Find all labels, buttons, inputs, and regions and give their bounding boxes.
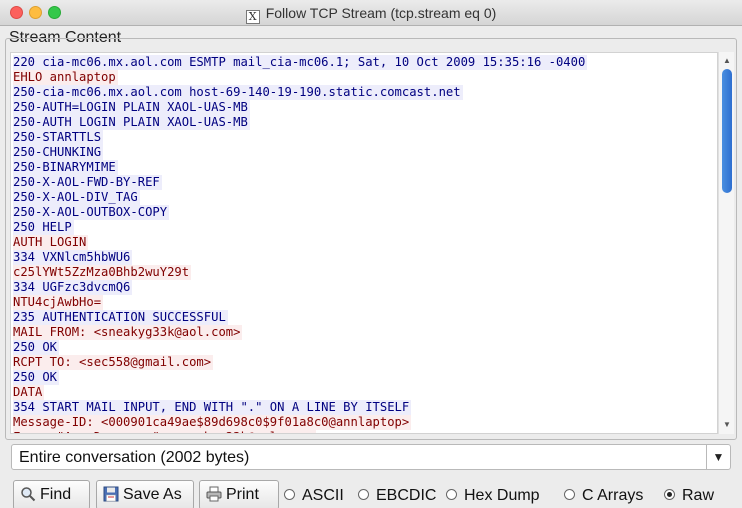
magnifier-icon xyxy=(21,487,36,502)
server-line: 334 VXNlcm5hbWU6 xyxy=(13,250,717,265)
radio-circle-icon xyxy=(446,489,457,500)
server-line: 220 cia-mc06.mx.aol.com ESMTP mail_cia-m… xyxy=(13,55,717,70)
server-line: 250 HELP xyxy=(13,220,717,235)
format-radio-ebcdic[interactable]: EBCDIC xyxy=(358,486,436,506)
format-ebcdic-label: EBCDIC xyxy=(376,487,437,504)
vertical-scrollbar[interactable]: ▲ ▼ xyxy=(718,52,734,434)
line-text: c25lYWt5ZzMza0Bhb2wuY29t xyxy=(13,265,192,280)
scrollbar-thumb[interactable] xyxy=(722,69,732,193)
scroll-down-arrow-icon[interactable]: ▼ xyxy=(719,418,735,432)
line-text: RCPT TO: <sec558@gmail.com> xyxy=(13,355,214,370)
line-text: NTU4cjAwbHo= xyxy=(13,295,104,310)
bottom-toolbar: Find Save As Print ASCII EBCDIC Hex Dump… xyxy=(0,476,742,508)
server-line: 250-CHUNKING xyxy=(13,145,717,160)
server-line: 250-AUTH LOGIN PLAIN XAOL-UAS-MB xyxy=(13,115,717,130)
stream-text-area[interactable]: 220 cia-mc06.mx.aol.com ESMTP mail_cia-m… xyxy=(10,52,718,434)
save-as-button-label: Save As xyxy=(123,486,182,503)
client-line: MAIL FROM: <sneakyg33k@aol.com> xyxy=(13,325,717,340)
client-line: From: "Ann Dercover" <sneakyg33k@aol.com… xyxy=(13,430,717,433)
line-text: 250 HELP xyxy=(13,220,74,235)
line-text: Message-ID: <000901ca49ae$89d698c0$9f01a… xyxy=(13,415,412,430)
line-text: 250-STARTTLS xyxy=(13,130,104,145)
line-text: 250-X-AOL-OUTBOX-COPY xyxy=(13,205,170,220)
client-line: DATA xyxy=(13,385,717,400)
server-line: 250-cia-mc06.mx.aol.com host-69-140-19-1… xyxy=(13,85,717,100)
line-text: 250 OK xyxy=(13,370,60,385)
client-line: RCPT TO: <sec558@gmail.com> xyxy=(13,355,717,370)
client-line: EHLO annlaptop xyxy=(13,70,717,85)
line-text: 250-cia-mc06.mx.aol.com host-69-140-19-1… xyxy=(13,85,463,100)
server-line: 250-X-AOL-OUTBOX-COPY xyxy=(13,205,717,220)
x11-app-icon: X xyxy=(245,10,260,24)
window-title: Follow TCP Stream (tcp.stream eq 0) xyxy=(265,5,497,21)
client-line: AUTH LOGIN xyxy=(13,235,717,250)
line-text: AUTH LOGIN xyxy=(13,235,89,250)
format-hex-dump-label: Hex Dump xyxy=(464,487,540,504)
line-text: 334 VXNlcm5hbWU6 xyxy=(13,250,133,265)
line-text: 250 OK xyxy=(13,340,60,355)
find-button-label: Find xyxy=(40,486,72,503)
server-line: 250-AUTH=LOGIN PLAIN XAOL-UAS-MB xyxy=(13,100,717,115)
format-c-arrays-label: C Arrays xyxy=(582,487,644,504)
server-line: 334 UGFzc3dvcmQ6 xyxy=(13,280,717,295)
chevron-down-icon[interactable]: ▼ xyxy=(706,445,730,469)
format-radio-c-arrays[interactable]: C Arrays xyxy=(564,486,643,506)
server-line: 250-X-AOL-DIV_TAG xyxy=(13,190,717,205)
save-icon xyxy=(103,486,119,502)
title-bar: X Follow TCP Stream (tcp.stream eq 0) xyxy=(0,0,742,26)
format-radio-ascii[interactable]: ASCII xyxy=(284,486,344,506)
client-line: Message-ID: <000901ca49ae$89d698c0$9f01a… xyxy=(13,415,717,430)
line-text: DATA xyxy=(13,385,45,400)
line-text: MAIL FROM: <sneakyg33k@aol.com> xyxy=(13,325,243,340)
find-button[interactable]: Find xyxy=(13,480,90,508)
radio-circle-icon xyxy=(564,489,575,500)
format-radio-raw[interactable]: Raw xyxy=(664,486,714,506)
client-line: NTU4cjAwbHo= xyxy=(13,295,717,310)
server-line: 235 AUTHENTICATION SUCCESSFUL xyxy=(13,310,717,325)
line-text: From: "Ann Dercover" <sneakyg33k@aol.com… xyxy=(13,430,316,433)
line-text: 250-X-AOL-FWD-BY-REF xyxy=(13,175,162,190)
format-raw-label: Raw xyxy=(682,487,715,504)
conversation-select-value: Entire conversation (2002 bytes) xyxy=(19,449,250,466)
line-text: 250-AUTH=LOGIN PLAIN XAOL-UAS-MB xyxy=(13,100,250,115)
save-as-button[interactable]: Save As xyxy=(96,480,194,508)
radio-circle-icon xyxy=(284,489,295,500)
server-line: 250-X-AOL-FWD-BY-REF xyxy=(13,175,717,190)
window-title-area: X Follow TCP Stream (tcp.stream eq 0) xyxy=(0,0,742,26)
line-text: EHLO annlaptop xyxy=(13,70,118,85)
radio-circle-icon xyxy=(358,489,369,500)
server-line: 250 OK xyxy=(13,370,717,385)
print-button[interactable]: Print xyxy=(199,480,279,508)
radio-circle-selected-icon xyxy=(664,489,675,500)
scroll-up-arrow-icon[interactable]: ▲ xyxy=(719,54,735,68)
format-ascii-label: ASCII xyxy=(302,487,344,504)
line-text: 334 UGFzc3dvcmQ6 xyxy=(13,280,133,295)
line-text: 235 AUTHENTICATION SUCCESSFUL xyxy=(13,310,228,325)
conversation-select[interactable]: Entire conversation (2002 bytes) ▼ xyxy=(11,444,731,470)
print-button-label: Print xyxy=(226,486,259,503)
client-line: c25lYWt5ZzMza0Bhb2wuY29t xyxy=(13,265,717,280)
line-text: 220 cia-mc06.mx.aol.com ESMTP mail_cia-m… xyxy=(13,55,588,70)
server-line: 250 OK xyxy=(13,340,717,355)
printer-icon xyxy=(206,486,222,502)
line-text: 250-BINARYMIME xyxy=(13,160,118,175)
line-text: 250-X-AOL-DIV_TAG xyxy=(13,190,140,205)
format-radio-hex-dump[interactable]: Hex Dump xyxy=(446,486,540,506)
line-text: 354 START MAIL INPUT, END WITH "." ON A … xyxy=(13,400,412,415)
server-line: 250-STARTTLS xyxy=(13,130,717,145)
server-line: 250-BINARYMIME xyxy=(13,160,717,175)
server-line: 354 START MAIL INPUT, END WITH "." ON A … xyxy=(13,400,717,415)
line-text: 250-AUTH LOGIN PLAIN XAOL-UAS-MB xyxy=(13,115,250,130)
stream-lines: 220 cia-mc06.mx.aol.com ESMTP mail_cia-m… xyxy=(11,53,717,433)
line-text: 250-CHUNKING xyxy=(13,145,104,160)
